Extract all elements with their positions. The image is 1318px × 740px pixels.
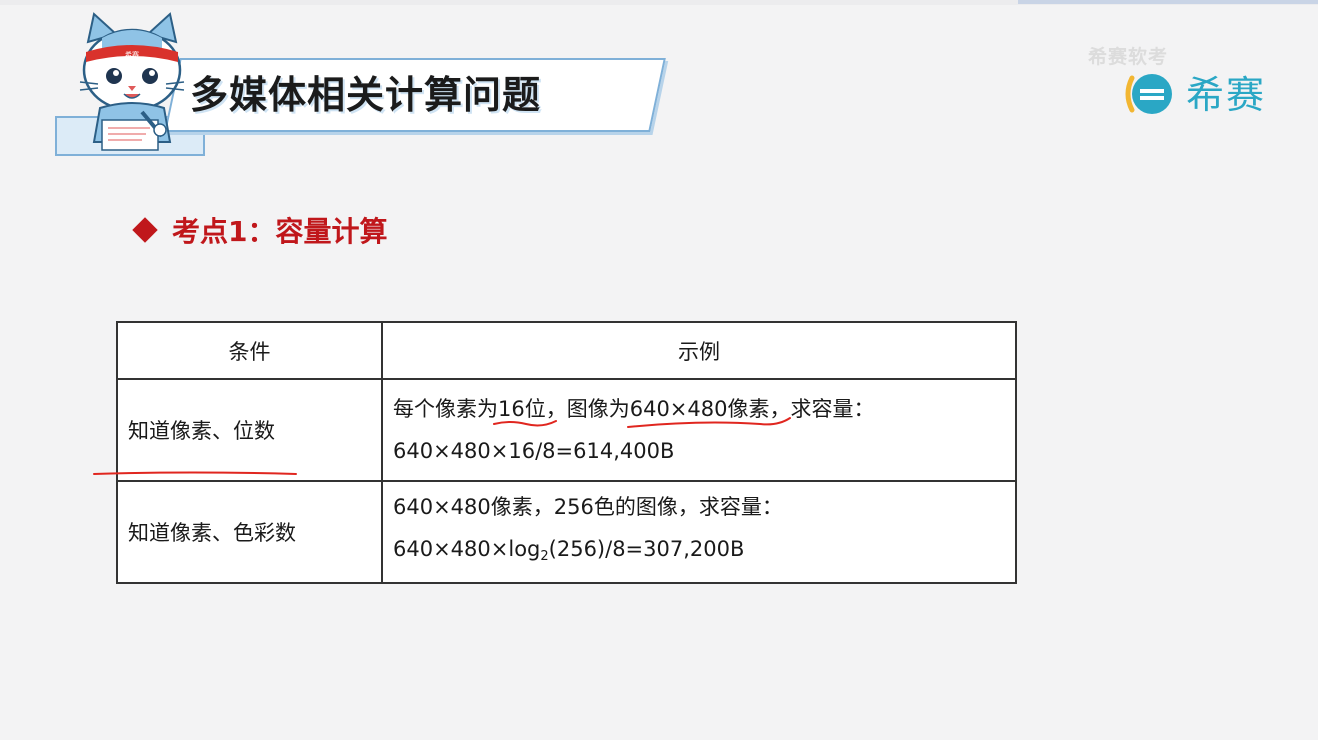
formula-suffix: (256)/8=307,200B [548,537,745,561]
mascot-band-label: 希赛 [125,50,139,59]
example-line: 每个像素为16位，图像为640×480像素，求容量： [393,397,875,421]
slide: 多媒体相关计算问题 希赛 希赛软考 希赛 考点1：容量计算 条件 示例 知道像素… [0,0,1318,740]
table-cell-example: 每个像素为16位，图像为640×480像素，求容量： 640×480×16/8=… [381,378,1017,482]
section-heading-text: 考点1：容量计算 [172,215,388,248]
brand-logo-text: 希赛 [1186,73,1267,117]
page-title: 多媒体相关计算问题 [190,73,542,117]
table-cell-condition: 知道像素、位数 [116,378,383,482]
table-header-condition: 条件 [116,321,383,380]
diamond-bullet-icon [132,217,158,243]
table-header-example: 示例 [381,321,1017,380]
capacity-table: 条件 示例 知道像素、位数 每个像素为16位，图像为640×480像素，求容量：… [116,321,1017,584]
cat-mascot-icon: 希赛 [79,12,185,151]
example-line: 640×480像素，256色的图像，求容量： [393,495,783,519]
table-cell-condition: 知道像素、色彩数 [116,480,383,584]
formula-prefix: 640×480×log [393,537,541,561]
example-formula: 640×480×log2(256)/8=307,200B [393,528,1015,578]
table-header-row: 条件 示例 [116,321,1017,380]
section-heading: 考点1：容量计算 [130,210,387,250]
table-row: 知道像素、色彩数 640×480像素，256色的图像，求容量： 640×480×… [116,480,1017,584]
watermark: 希赛软考 [1088,46,1169,68]
table-cell-example: 640×480像素，256色的图像，求容量： 640×480×log2(256)… [381,480,1017,584]
top-strip-accent [1018,0,1318,4]
example-formula: 640×480×16/8=614,400B [393,439,675,463]
formula-subscript: 2 [540,549,549,564]
table-row: 知道像素、位数 每个像素为16位，图像为640×480像素，求容量： 640×4… [116,378,1017,482]
